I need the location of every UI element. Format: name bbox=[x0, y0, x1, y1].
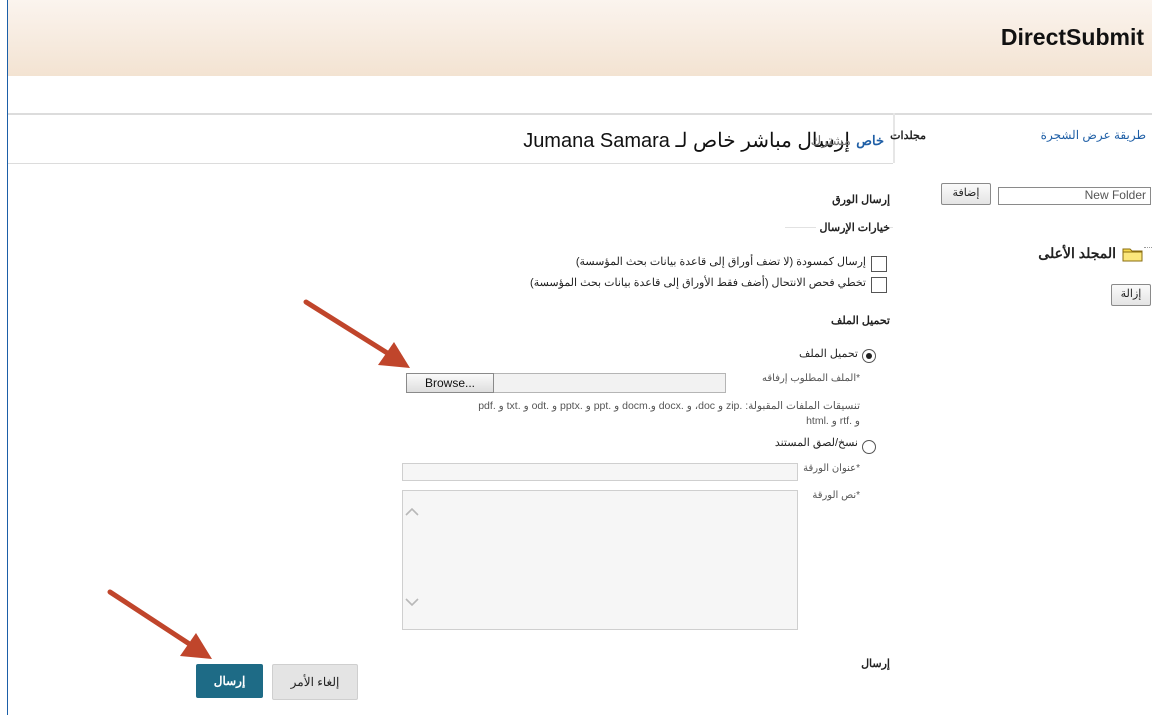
submit-options-heading: خيارات الإرسال bbox=[815, 221, 890, 234]
top-folder-label[interactable]: المجلد الأعلى bbox=[1038, 245, 1116, 262]
page-heading: إرسال مباشر خاص لـ Jumana Samara bbox=[523, 130, 850, 152]
scroll-up-icon[interactable] bbox=[405, 505, 419, 519]
sub-banner bbox=[8, 76, 1152, 112]
browse-button[interactable]: Browse... bbox=[406, 373, 494, 393]
cancel-button[interactable]: إلغاء الأمر bbox=[272, 664, 358, 700]
remove-folder-button[interactable]: إزالة bbox=[1111, 284, 1151, 306]
paste-document-radio[interactable] bbox=[862, 440, 876, 454]
add-folder-button[interactable]: إضافة bbox=[941, 183, 991, 205]
folders-label: مجلدات bbox=[890, 130, 926, 142]
draft-checkbox[interactable] bbox=[871, 256, 887, 272]
arrow-to-browse-icon bbox=[303, 299, 410, 368]
accepted-formats-line2: و .rtf و .html bbox=[806, 415, 860, 427]
submit-paper-heading: إرسال الورق bbox=[832, 194, 890, 206]
draft-option-label: إرسال كمسودة (لا تضف أوراق إلى قاعدة بيا… bbox=[575, 256, 866, 268]
file-upload-heading: تحميل الملف bbox=[830, 315, 890, 327]
folder-icon bbox=[1122, 246, 1144, 262]
skip-plagiarism-label: تخطي فحص الانتحال (أضف فقط الأوراق إلى ق… bbox=[530, 277, 866, 289]
paper-text-area[interactable] bbox=[402, 490, 798, 630]
upload-file-radio-label: تحميل الملف bbox=[798, 348, 858, 360]
skip-plagiarism-checkbox[interactable] bbox=[871, 277, 887, 293]
main-header-underline bbox=[8, 163, 893, 164]
tab-shared[interactable]: مشترك bbox=[811, 133, 851, 149]
tree-connector bbox=[1144, 247, 1152, 248]
tree-view-link[interactable]: طريقة عرض الشجرة bbox=[1041, 128, 1146, 142]
tab-private[interactable]: خاص bbox=[856, 133, 884, 149]
paste-document-label: نسخ/لصق المستند bbox=[774, 437, 858, 449]
paper-title-input[interactable] bbox=[402, 463, 798, 481]
app-title: DirectSubmit bbox=[1000, 24, 1144, 50]
arrow-to-submit-icon bbox=[107, 589, 212, 659]
submit-button[interactable]: إرسال bbox=[196, 664, 263, 698]
required-file-label: *الملف المطلوب إرفاقه bbox=[762, 373, 860, 384]
top-banner bbox=[8, 0, 1152, 76]
submit-section-label: إرسال bbox=[861, 658, 890, 670]
paper-text-label: *نص الورقة bbox=[812, 490, 860, 501]
new-folder-input[interactable]: New Folder bbox=[998, 187, 1151, 205]
scroll-down-icon[interactable] bbox=[405, 595, 419, 609]
upload-file-radio[interactable] bbox=[862, 349, 876, 363]
accepted-formats-line1: تنسيقات الملفات المقبولة: .zip و doc، و … bbox=[478, 400, 860, 412]
paper-title-label: *عنوان الورقة bbox=[803, 463, 860, 474]
header-divider bbox=[8, 113, 1152, 115]
